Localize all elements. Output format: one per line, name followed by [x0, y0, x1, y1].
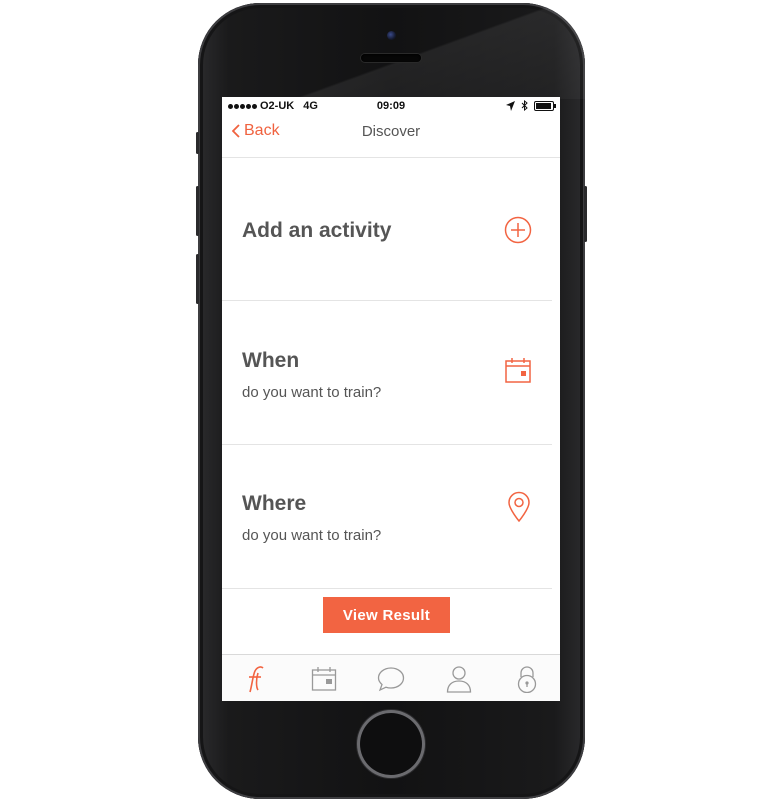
location-pin-icon[interactable]: [506, 491, 532, 523]
tab-home[interactable]: [241, 664, 271, 694]
app-screen: O2-UK 4G 09:09 Back Discover Add an acti…: [222, 97, 560, 701]
tab-calendar[interactable]: [309, 664, 339, 694]
chat-bubble-icon: [377, 667, 405, 692]
status-bar: O2-UK 4G 09:09: [222, 97, 560, 117]
user-icon: [446, 666, 472, 693]
plus-circle-icon[interactable]: [504, 216, 532, 244]
volume-up-button: [196, 186, 199, 236]
home-button[interactable]: [360, 713, 422, 775]
tab-messages[interactable]: [376, 664, 406, 694]
row-subtitle: do you want to train?: [242, 384, 382, 401]
row-title: Add an activity: [242, 219, 392, 242]
padlock-icon: [517, 666, 537, 693]
calendar-icon[interactable]: [504, 356, 532, 384]
battery-icon: [534, 100, 556, 111]
row-title: When: [242, 349, 300, 372]
row-subtitle: do you want to train?: [242, 527, 382, 544]
power-button: [584, 186, 587, 242]
when-row[interactable]: When do you want to train?: [222, 301, 552, 445]
tab-profile[interactable]: [444, 664, 474, 694]
bluetooth-icon: [521, 100, 528, 111]
front-camera: [387, 31, 396, 40]
app-logo-icon: [249, 666, 264, 693]
where-row[interactable]: Where do you want to train?: [222, 445, 552, 589]
earpiece-speaker: [361, 54, 421, 62]
add-activity-row[interactable]: Add an activity: [222, 158, 552, 301]
row-title: Where: [242, 492, 307, 515]
tab-bar: [222, 654, 560, 701]
calendar-icon: [311, 667, 337, 691]
page-title: Discover: [361, 123, 421, 140]
navigation-bar: Back Discover: [222, 117, 560, 158]
mute-switch: [196, 132, 199, 154]
location-arrow-icon: [506, 100, 515, 111]
view-result-button[interactable]: View Result: [323, 597, 450, 633]
screen-glare: [198, 3, 585, 99]
volume-down-button: [196, 254, 199, 304]
tab-lock[interactable]: [512, 664, 542, 694]
